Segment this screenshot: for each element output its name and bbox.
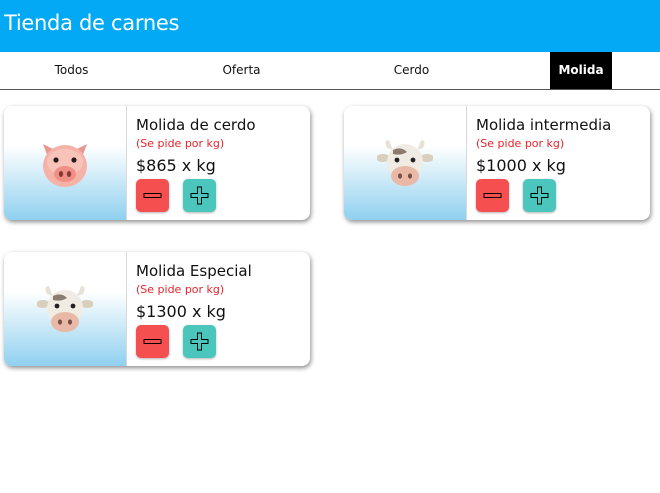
product-note: (Se pide por kg) [136,283,225,296]
pig-face-icon [43,144,87,187]
decrease-button[interactable] [476,179,509,212]
product-image [344,106,467,220]
product-card: Molida Especial (Se pide por kg) $1300 x… [4,252,310,366]
decrease-button[interactable] [136,325,169,358]
increase-button[interactable] [183,325,216,358]
plus-icon [190,332,209,351]
tab-cerdo[interactable]: Cerdo [340,52,483,89]
product-price: $865 x kg [136,156,216,175]
minus-icon [143,339,162,344]
product-image [4,106,127,220]
product-price: $1300 x kg [136,302,226,321]
product-name: Molida intermedia [476,116,612,134]
plus-icon [190,186,209,205]
product-note: (Se pide por kg) [476,137,565,150]
tab-todos[interactable]: Todos [0,52,143,89]
plus-icon [530,186,549,205]
category-tabs: Todos Oferta Cerdo Molida [0,52,660,90]
decrease-button[interactable] [136,179,169,212]
tab-molida[interactable]: Molida [550,52,612,89]
app-title: Tienda de carnes [4,11,180,35]
cow-face-icon [37,286,93,332]
increase-button[interactable] [183,179,216,212]
tab-oferta[interactable]: Oferta [170,52,313,89]
increase-button[interactable] [523,179,556,212]
cow-face-icon [377,140,433,186]
product-price: $1000 x kg [476,156,566,175]
product-name: Molida Especial [136,262,252,280]
product-card: Molida intermedia (Se pide por kg) $1000… [344,106,650,220]
product-name: Molida de cerdo [136,116,256,134]
minus-icon [143,193,162,198]
product-card: Molida de cerdo (Se pide por kg) $865 x … [4,106,310,220]
minus-icon [483,193,502,198]
app-header: Tienda de carnes [0,0,660,52]
product-note: (Se pide por kg) [136,137,225,150]
product-image [4,252,127,366]
